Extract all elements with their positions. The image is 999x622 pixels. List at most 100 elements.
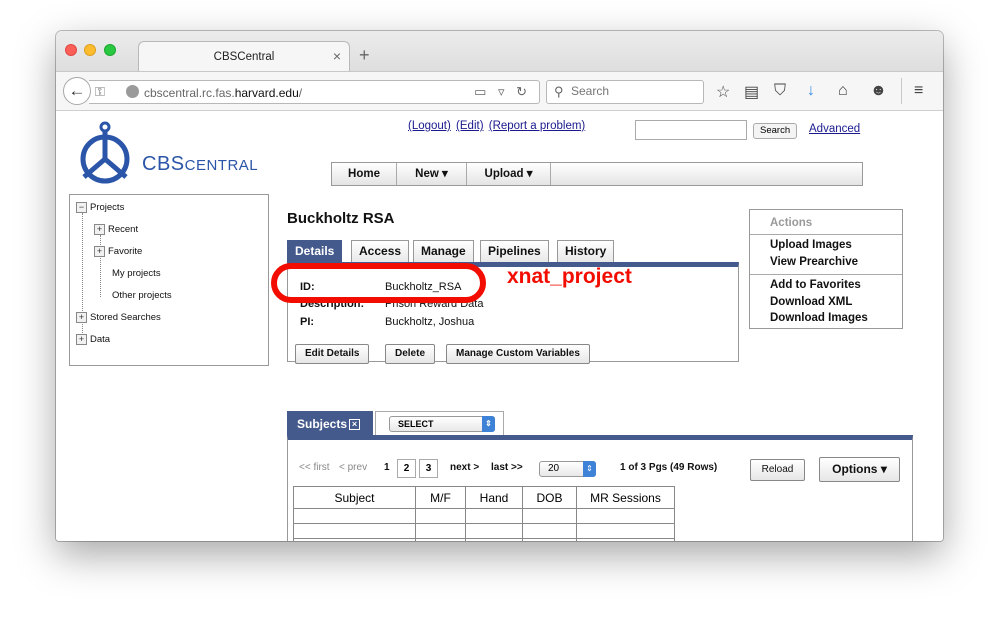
emoji-icon[interactable]: ☻ — [870, 82, 887, 100]
pager-prev[interactable]: < prev — [339, 462, 367, 473]
expand-icon[interactable]: + — [94, 224, 105, 235]
collapse-icon[interactable]: − — [76, 202, 87, 213]
close-tab-icon[interactable]: × — [349, 419, 361, 430]
annotation-callout: xnat_project — [507, 265, 632, 288]
divider — [750, 274, 902, 275]
table-row[interactable] — [293, 538, 675, 541]
logo-mark-icon — [80, 121, 130, 184]
tab-manage[interactable]: Manage — [413, 240, 474, 262]
table-cell — [576, 538, 675, 541]
tree-item-projects[interactable]: − Projects — [76, 202, 124, 213]
menu-new[interactable]: New ▾ — [397, 163, 467, 185]
subjects-select-dropdown[interactable]: SELECT ⇕ — [389, 416, 495, 432]
tab-close-icon[interactable]: × — [333, 48, 341, 64]
tree-connector — [100, 235, 101, 297]
subjects-panel: << first < prev 1 2 3 next > last >> 20 ⇕… — [287, 435, 913, 541]
dropdown-arrow-icon: ⇕ — [482, 416, 495, 432]
options-button[interactable]: Options ▾ — [819, 457, 900, 482]
browser-tab[interactable]: CBSCentral × — [138, 41, 350, 72]
reading-list-icon[interactable]: ▤ — [744, 82, 759, 102]
logout-link[interactable]: (Logout) — [408, 120, 451, 132]
table-cell — [465, 538, 523, 541]
tab-history[interactable]: History — [557, 240, 615, 262]
column-header-hand[interactable]: Hand — [465, 486, 523, 509]
tab-access[interactable]: Access — [351, 240, 410, 262]
table-cell — [576, 508, 675, 524]
reload-button[interactable]: Reload — [750, 459, 805, 481]
back-button[interactable]: ← — [63, 77, 91, 105]
add-to-favorites-action[interactable]: Add to Favorites — [770, 279, 861, 291]
download-xml-action[interactable]: Download XML — [770, 296, 852, 308]
bookmark-star-icon[interactable]: ☆ — [716, 82, 730, 102]
url-bar[interactable]: ⚿ cbscentral.rc.fas.harvard.edu/ ▭ ▿ ↻ — [89, 80, 540, 104]
pager-last[interactable]: last >> — [491, 462, 523, 473]
pager-page-2[interactable]: 2 — [397, 459, 416, 478]
divider — [750, 234, 902, 235]
tree-item-data[interactable]: + Data — [76, 334, 110, 345]
menu-home[interactable]: Home — [332, 163, 397, 185]
expand-icon[interactable]: + — [76, 334, 87, 345]
caret-down-icon: ▾ — [442, 168, 448, 180]
delete-button[interactable]: Delete — [385, 344, 436, 364]
download-images-action[interactable]: Download Images — [770, 312, 868, 324]
table-cell — [522, 508, 577, 524]
tab-pipelines[interactable]: Pipelines — [480, 240, 549, 262]
reader-reload-icons[interactable]: ▭ ▿ ↻ — [474, 84, 531, 100]
tree-item-recent[interactable]: + Recent — [94, 224, 138, 235]
table-header-row: Subject M/F Hand DOB MR Sessions — [293, 486, 675, 509]
browser-search-box[interactable]: ⚲ — [546, 80, 704, 104]
pager-page-3[interactable]: 3 — [419, 459, 438, 478]
tree-item-other-projects[interactable]: Other projects — [112, 290, 172, 301]
rows-per-page-select[interactable]: 20 ⇕ — [539, 461, 596, 477]
upload-images-action[interactable]: Upload Images — [770, 239, 852, 251]
navigation-bar: ⚿ cbscentral.rc.fas.harvard.edu/ ▭ ▿ ↻ ←… — [56, 71, 943, 111]
browser-window: CBSCentral × + ⚿ cbscentral.rc.fas.harva… — [56, 31, 943, 541]
annotation-highlight — [271, 263, 486, 303]
table-cell — [522, 523, 577, 539]
table-cell — [293, 508, 416, 524]
actions-title: Actions — [770, 217, 813, 229]
minimize-window-button[interactable] — [84, 44, 96, 56]
table-cell — [293, 523, 416, 539]
table-cell — [576, 523, 675, 539]
column-header-mr-sessions[interactable]: MR Sessions — [576, 486, 675, 509]
report-problem-link[interactable]: (Report a problem) — [489, 120, 586, 132]
advanced-search-link[interactable]: Advanced — [809, 123, 860, 135]
site-search-button[interactable]: Search — [753, 123, 798, 139]
tree-item-my-projects[interactable]: My projects — [112, 268, 161, 279]
tree-item-favorite[interactable]: + Favorite — [94, 246, 142, 257]
tab-title: CBSCentral — [213, 51, 275, 63]
tab-subjects[interactable]: Subjects × — [287, 411, 373, 435]
site-search-input[interactable] — [635, 120, 747, 140]
manage-custom-variables-button[interactable]: Manage Custom Variables — [446, 344, 590, 364]
zoom-window-button[interactable] — [104, 44, 116, 56]
tree-item-stored-searches[interactable]: + Stored Searches — [76, 312, 161, 323]
expand-icon[interactable]: + — [94, 246, 105, 257]
column-header-subject[interactable]: Subject — [293, 486, 416, 509]
table-cell — [465, 523, 523, 539]
menu-upload[interactable]: Upload ▾ — [467, 163, 551, 185]
pocket-icon[interactable]: ⛉ — [774, 82, 786, 100]
table-row[interactable] — [293, 523, 675, 539]
project-tree: − Projects + Recent + Favorite My projects … — [69, 194, 269, 366]
account-links: (Logout) (Edit) (Report a problem) — [408, 120, 587, 132]
download-icon[interactable]: ↓ — [807, 82, 815, 100]
tab-details[interactable]: Details — [287, 240, 343, 262]
view-prearchive-action[interactable]: View Prearchive — [770, 256, 858, 268]
pager-first[interactable]: << first — [299, 462, 330, 473]
new-tab-icon[interactable]: + — [359, 45, 370, 66]
browser-search-input[interactable] — [571, 84, 699, 98]
close-window-button[interactable] — [65, 44, 77, 56]
column-header-dob[interactable]: DOB — [522, 486, 577, 509]
expand-icon[interactable]: + — [76, 312, 87, 323]
pager-page-1: 1 — [384, 462, 390, 473]
column-header-mf[interactable]: M/F — [415, 486, 466, 509]
cbscentral-logo[interactable]: CBSCentral — [68, 119, 283, 185]
edit-details-button[interactable]: Edit Details — [295, 344, 370, 364]
edit-link[interactable]: (Edit) — [456, 120, 483, 132]
menu-icon[interactable]: ≡ — [914, 82, 923, 100]
pager-next[interactable]: next > — [450, 462, 479, 473]
key-icon: ⚿ — [95, 84, 105, 99]
home-icon[interactable]: ⌂ — [838, 82, 848, 100]
table-row[interactable] — [293, 508, 675, 524]
